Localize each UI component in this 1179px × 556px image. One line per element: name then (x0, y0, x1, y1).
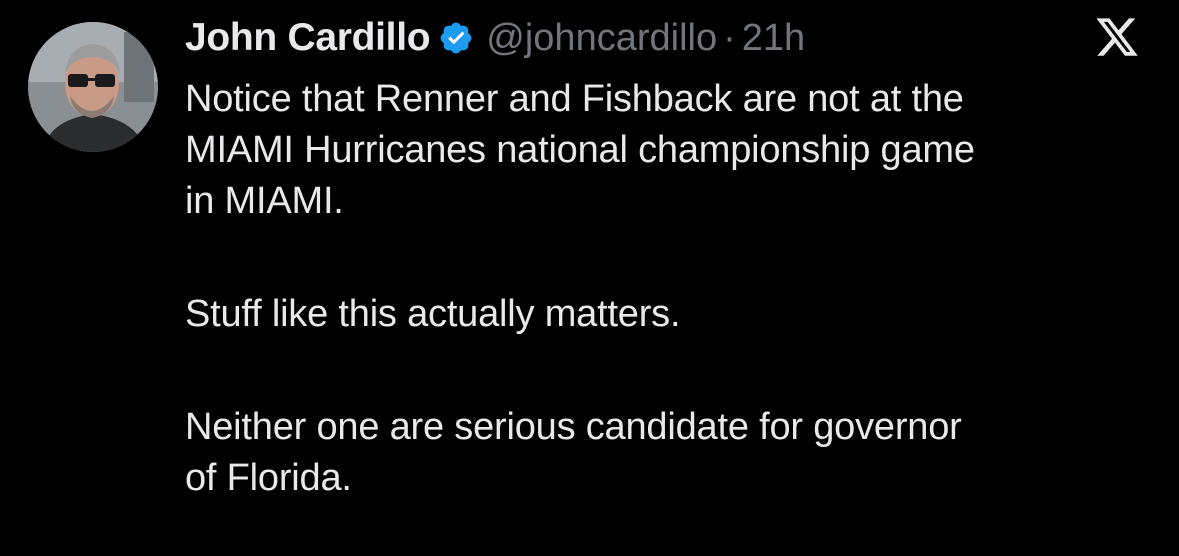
tweet-text-line: Notice that Renner and Fishback are not … (185, 78, 964, 120)
tweet-card: John Cardillo @johncardillo · 21h Notice… (0, 0, 1179, 556)
tweet-header: John Cardillo @johncardillo · 21h (185, 12, 805, 64)
tweet-text-line: of Florida. (185, 457, 352, 499)
author-display-name[interactable]: John Cardillo (185, 16, 431, 60)
separator-dot: · (723, 16, 736, 59)
profile-photo-icon (28, 22, 158, 152)
tweet-text-line: Neither one are serious candidate for go… (185, 406, 962, 448)
tweet-text-line: in MIAMI. (185, 180, 344, 222)
timestamp[interactable]: 21h (742, 17, 805, 60)
tweet-text: Notice that Renner and Fishback are not … (185, 74, 1155, 504)
author-handle[interactable]: @johncardillo (486, 17, 717, 60)
avatar[interactable] (28, 22, 158, 152)
tweet-text-line: Stuff like this actually matters. (185, 293, 681, 335)
verified-badge-icon (438, 20, 474, 56)
x-logo-icon (1094, 14, 1140, 60)
tweet-text-line: MIAMI Hurricanes national championship g… (185, 129, 975, 171)
